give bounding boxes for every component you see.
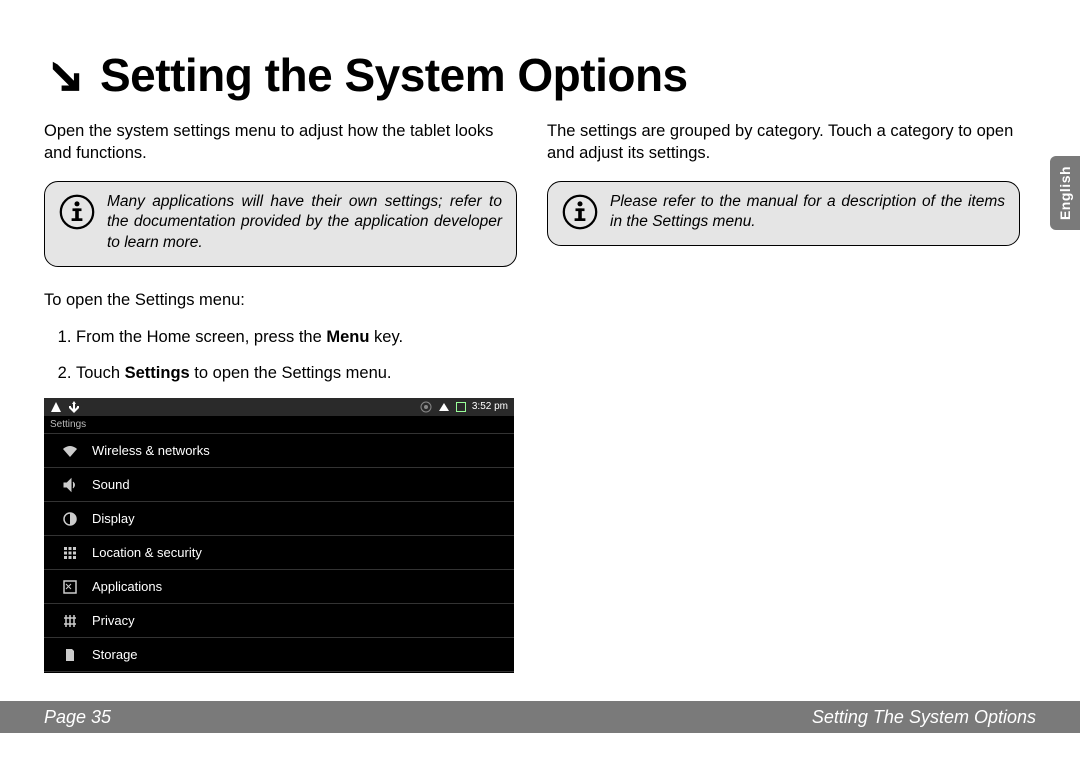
usb-icon [68, 401, 80, 413]
info-icon [59, 194, 95, 230]
language-tab-label: English [1057, 166, 1073, 220]
settings-item-applications[interactable]: Applications [44, 570, 514, 604]
grid-icon [62, 545, 78, 561]
settings-item-sound[interactable]: Sound [44, 468, 514, 502]
page-title: Setting the System Options [100, 48, 688, 102]
page-footer: Page 35 Setting The System Options [0, 701, 1080, 733]
settings-item-label: Storage [92, 646, 138, 664]
wifi-status-icon [438, 401, 450, 413]
settings-item-storage[interactable]: Storage [44, 638, 514, 672]
settings-item-label: Display [92, 510, 135, 528]
manual-page: Setting the System Options Open the syst… [0, 0, 1080, 761]
settings-item-wireless[interactable]: Wireless & networks [44, 434, 514, 468]
battery-icon [456, 402, 466, 412]
status-left [50, 401, 80, 413]
page-header: Setting the System Options [44, 48, 1036, 102]
privacy-icon [62, 613, 78, 629]
settings-list: Wireless & networks Sound Display [44, 434, 514, 672]
steps-intro: To open the Settings menu: [44, 289, 517, 311]
note-text-right: Please refer to the manual for a descrip… [610, 192, 1005, 234]
footer-page-number: Page 35 [44, 707, 111, 728]
settings-item-label: Location & security [92, 544, 202, 562]
settings-item-privacy[interactable]: Privacy [44, 604, 514, 638]
note-box-left: Many applications will have their own se… [44, 181, 517, 268]
settings-item-label: Sound [92, 476, 130, 494]
steps-list: From the Home screen, press the Menu key… [44, 326, 517, 385]
footer-section-title: Setting The System Options [812, 707, 1036, 728]
settings-item-label: Privacy [92, 612, 135, 630]
status-time: 3:52 pm [472, 400, 508, 414]
note-text-left: Many applications will have their own se… [107, 192, 502, 255]
left-column: Open the system settings menu to adjust … [44, 120, 517, 673]
intro-left: Open the system settings menu to adjust … [44, 120, 517, 165]
intro-right: The settings are grouped by category. To… [547, 120, 1020, 165]
apps-icon [62, 579, 78, 595]
wifi-icon [62, 443, 78, 459]
sd-card-icon [62, 647, 78, 663]
brightness-icon [62, 511, 78, 527]
settings-item-label: Wireless & networks [92, 442, 210, 460]
signal-icon [420, 401, 432, 413]
language-tab[interactable]: English [1050, 156, 1080, 230]
speaker-icon [62, 477, 78, 493]
content-columns: Open the system settings menu to adjust … [44, 120, 1020, 673]
settings-item-label: Applications [92, 578, 162, 596]
status-right: 3:52 pm [420, 400, 508, 414]
warning-icon [50, 401, 62, 413]
step-2: Touch Settings to open the Settings menu… [76, 362, 517, 384]
step-1: From the Home screen, press the Menu key… [76, 326, 517, 348]
status-bar: 3:52 pm [44, 398, 514, 416]
settings-screen-title: Settings [44, 416, 514, 434]
settings-item-location[interactable]: Location & security [44, 536, 514, 570]
tablet-screenshot: 3:52 pm Settings Wireless & networks [44, 398, 514, 673]
info-icon [562, 194, 598, 230]
arrow-down-right-icon [44, 53, 88, 97]
note-box-right: Please refer to the manual for a descrip… [547, 181, 1020, 247]
settings-item-display[interactable]: Display [44, 502, 514, 536]
right-column: The settings are grouped by category. To… [547, 120, 1020, 673]
